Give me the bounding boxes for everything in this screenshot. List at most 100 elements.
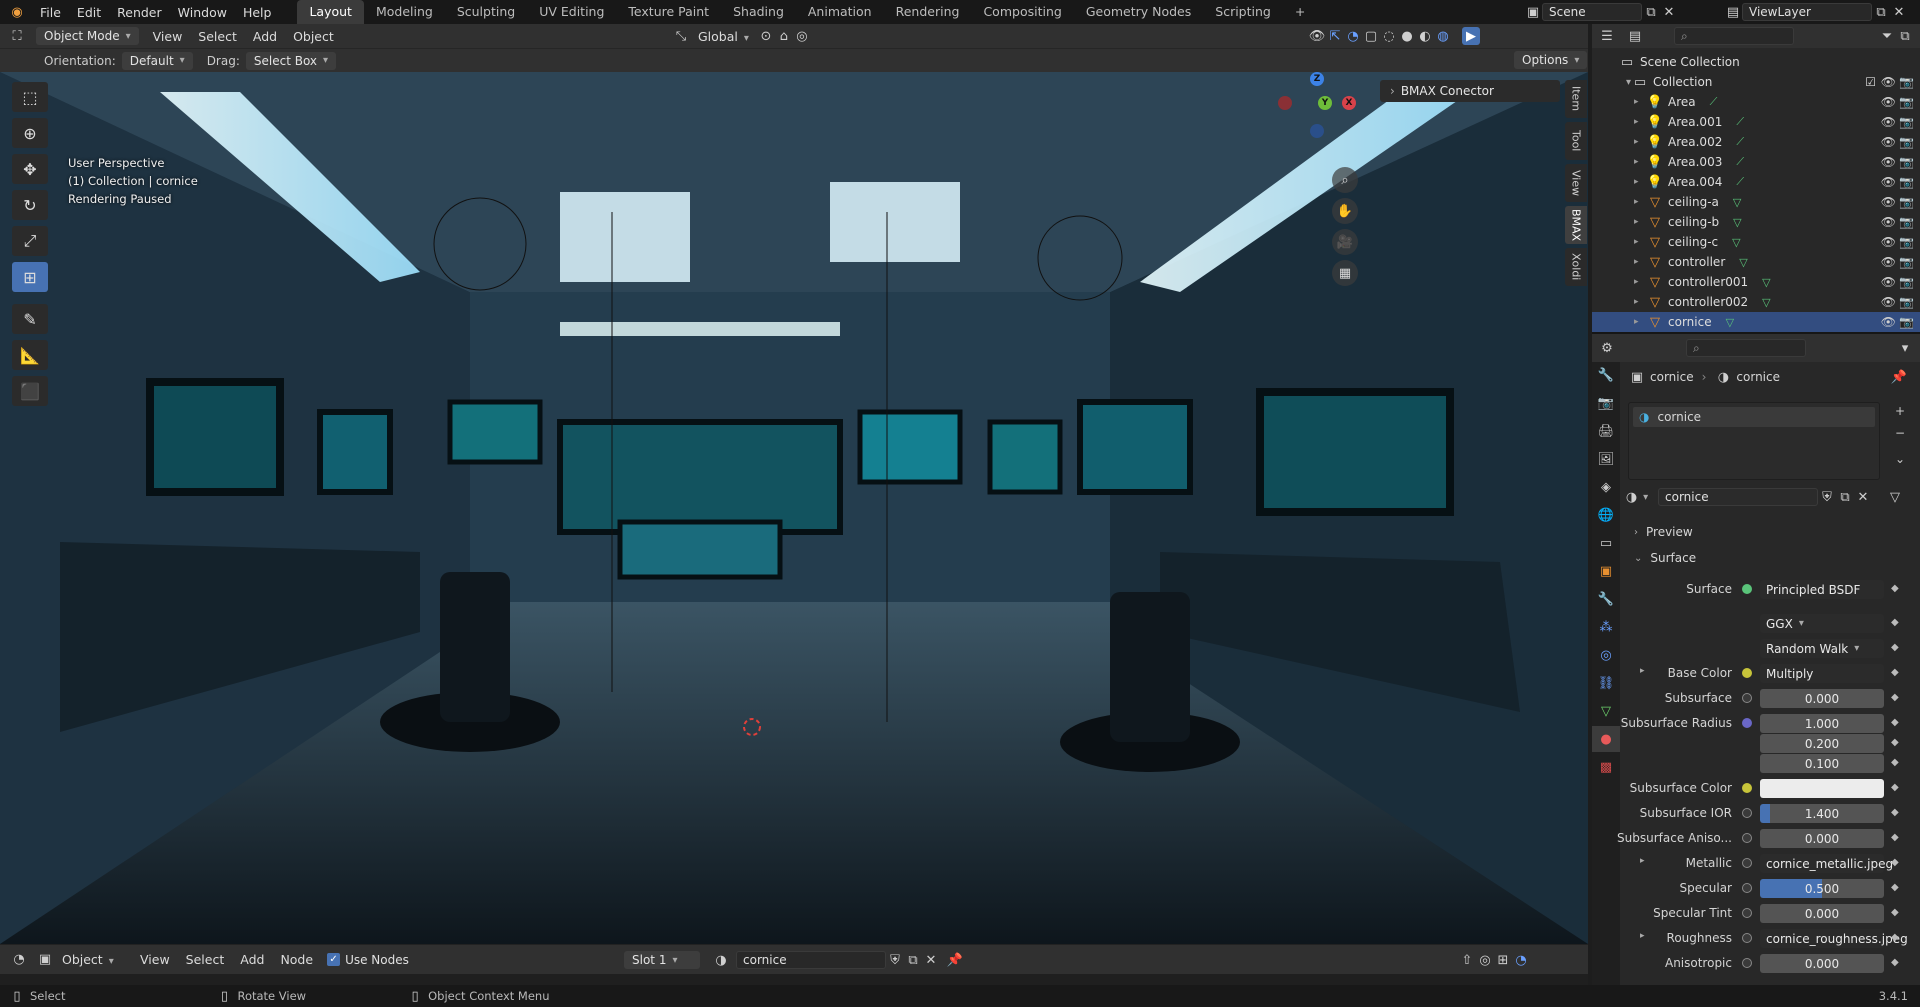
view-layer-icon[interactable]: ▤ (1724, 3, 1742, 21)
keyframe-dot-icon[interactable]: ◆ (1891, 617, 1899, 628)
prop-field-surface[interactable]: Principled BSDF (1760, 580, 1884, 599)
transform-orientation-dropdown[interactable]: Global (690, 29, 757, 44)
prop-field-subsurface-aniso[interactable]: 0.000 (1760, 829, 1884, 848)
surface-panel-header[interactable]: ⌄ Surface (1634, 548, 1904, 568)
sidebar-tab-view[interactable]: View (1565, 164, 1587, 202)
socket-link-icon[interactable] (1742, 908, 1752, 918)
viewport-menu-object[interactable]: Object (285, 29, 342, 44)
prop-field-specular-tint[interactable]: 0.000 (1760, 904, 1884, 923)
cursor-tool[interactable]: ⊕ (12, 118, 48, 148)
tool-properties-tab-icon[interactable]: 🔧 (1592, 362, 1620, 388)
scene-icon[interactable]: ▣ (1524, 3, 1542, 21)
pin-icon[interactable]: 📌 (1890, 368, 1908, 386)
world-tab-icon[interactable]: 🌐 (1592, 502, 1620, 528)
prop-field-value-2[interactable]: Random Walk (1760, 639, 1884, 658)
workspace-tab-animation[interactable]: Animation (796, 0, 884, 24)
light-data-icon[interactable]: ⟋ (1736, 155, 1744, 169)
shading-wireframe-icon[interactable]: ◌ (1380, 27, 1398, 45)
socket-link-icon[interactable] (1742, 858, 1752, 868)
socket-link-icon[interactable] (1742, 718, 1752, 728)
gizmo-neg-x-axis[interactable] (1278, 96, 1292, 110)
expand-icon[interactable]: ▸ (1634, 297, 1646, 307)
scale-tool[interactable]: ⤢ (12, 226, 48, 256)
expand-icon[interactable]: ▸ (1634, 97, 1646, 107)
outliner-search-input[interactable]: ⌕ (1674, 27, 1794, 45)
prop-field-base-color[interactable]: Multiply (1760, 664, 1884, 683)
shading-material-icon[interactable]: ◐ (1416, 27, 1434, 45)
pan-hand-icon[interactable]: ✋ (1332, 198, 1358, 224)
camera-view-icon[interactable]: 🎥 (1332, 229, 1358, 255)
prop-field-metallic[interactable]: cornice_metallic.jpeg (1760, 854, 1893, 873)
display-mode-icon[interactable]: ▤ (1626, 27, 1644, 45)
node-parent-icon[interactable]: ⇧ (1458, 951, 1476, 969)
workspace-tab-geometry-nodes[interactable]: Geometry Nodes (1074, 0, 1203, 24)
workspace-tab-compositing[interactable]: Compositing (971, 0, 1073, 24)
camera-render-icon[interactable]: 📷 (1899, 155, 1914, 169)
annotate-tool[interactable]: ✎ (12, 304, 48, 334)
mesh-data-icon[interactable]: ▽ (1762, 276, 1770, 289)
material-browse-icon[interactable]: ◑ (712, 951, 730, 969)
menu-window[interactable]: Window (170, 5, 235, 20)
camera-render-icon[interactable]: 📷 (1899, 195, 1914, 209)
workspace-tab-layout[interactable]: Layout (297, 0, 364, 24)
menu-file[interactable]: File (32, 5, 69, 20)
camera-render-icon[interactable]: 📷 (1899, 235, 1914, 249)
pivot-icon[interactable]: ⊙ (757, 27, 775, 45)
eye-icon[interactable]: 👁 (1881, 75, 1896, 89)
viewport-menu-view[interactable]: View (145, 29, 191, 44)
camera-render-icon[interactable]: 📷 (1899, 95, 1914, 109)
remove-slot-icon[interactable]: − (1895, 426, 1905, 440)
eye-icon[interactable]: 👁 (1881, 295, 1896, 309)
material-link-icon[interactable]: ▽ (1886, 488, 1904, 506)
prop-field-anisotropic[interactable]: 0.000 (1760, 954, 1884, 973)
outliner-item-ceiling-c[interactable]: ▸ ▽ ceiling-c ▽ 👁 📷 (1592, 232, 1920, 252)
expand-icon[interactable]: ▸ (1634, 237, 1646, 247)
node-overlay-icon[interactable]: ◔ (1512, 951, 1530, 969)
ortho-grid-icon[interactable]: ▦ (1332, 260, 1358, 286)
proportional-edit-icon[interactable]: ◎ (793, 27, 811, 45)
expand-icon[interactable]: ▸ (1634, 257, 1646, 267)
keyframe-dot-icon[interactable]: ◆ (1891, 717, 1899, 728)
socket-link-icon[interactable] (1742, 693, 1752, 703)
eye-icon[interactable]: 👁 (1881, 135, 1896, 149)
light-data-icon[interactable]: ⟋ (1736, 175, 1744, 189)
light-data-icon[interactable]: ⟋ (1710, 95, 1718, 109)
socket-link-icon[interactable] (1742, 584, 1752, 594)
scene-tab-icon[interactable]: ◈ (1592, 474, 1620, 500)
socket-link-icon[interactable] (1742, 808, 1752, 818)
new-scene-icon[interactable]: ⧉ (1642, 3, 1660, 21)
view-layer-tab-icon[interactable]: 🖼 (1592, 446, 1620, 472)
camera-render-icon[interactable]: 📷 (1899, 135, 1914, 149)
visibility-icon[interactable]: 👁 (1308, 27, 1326, 45)
outliner-item-area[interactable]: ▸ 💡 Area ⟋ 👁 📷 (1592, 92, 1920, 112)
expand-icon[interactable]: ▸ (1634, 117, 1646, 127)
exclude-checkbox-icon[interactable]: ☑ (1865, 75, 1876, 89)
keyframe-dot-icon[interactable]: ◆ (1891, 757, 1899, 768)
eye-icon[interactable]: 👁 (1881, 195, 1896, 209)
scene-collection-row[interactable]: ▭ Scene Collection (1592, 52, 1920, 72)
camera-render-icon[interactable]: 📷 (1899, 215, 1914, 229)
outliner-item-area-004[interactable]: ▸ 💡 Area.004 ⟋ 👁 📷 (1592, 172, 1920, 192)
sidebar-tab-xoldi[interactable]: Xoldi (1565, 248, 1587, 286)
socket-link-icon[interactable] (1742, 833, 1752, 843)
menu-render[interactable]: Render (109, 5, 170, 20)
eye-icon[interactable]: 👁 (1881, 235, 1896, 249)
prop-field-subsurface-color[interactable] (1760, 779, 1884, 798)
view-layer-field[interactable]: ViewLayer (1742, 3, 1872, 21)
prop-field-value-7[interactable]: 0.100 (1760, 754, 1884, 773)
pin-icon[interactable]: 📌 (946, 951, 964, 969)
outliner-item-area-001[interactable]: ▸ 💡 Area.001 ⟋ 👁 📷 (1592, 112, 1920, 132)
properties-options-icon[interactable]: ▾ (1896, 339, 1914, 357)
move-tool[interactable]: ✥ (12, 154, 48, 184)
keyframe-dot-icon[interactable]: ◆ (1891, 667, 1899, 678)
keyframe-dot-icon[interactable]: ◆ (1891, 957, 1899, 968)
workspace-tab-scripting[interactable]: Scripting (1203, 0, 1283, 24)
eye-icon[interactable]: 👁 (1881, 255, 1896, 269)
menu-help[interactable]: Help (235, 5, 280, 20)
render-properties-tab-icon[interactable]: 📷 (1592, 390, 1620, 416)
node-canvas-strip[interactable] (0, 974, 1588, 985)
delete-view-layer-icon[interactable]: ✕ (1890, 3, 1908, 21)
material-name-field[interactable]: cornice (736, 951, 886, 969)
keyframe-dot-icon[interactable]: ◆ (1891, 807, 1899, 818)
use-nodes-checkbox[interactable]: ✓ Use Nodes (327, 953, 409, 967)
